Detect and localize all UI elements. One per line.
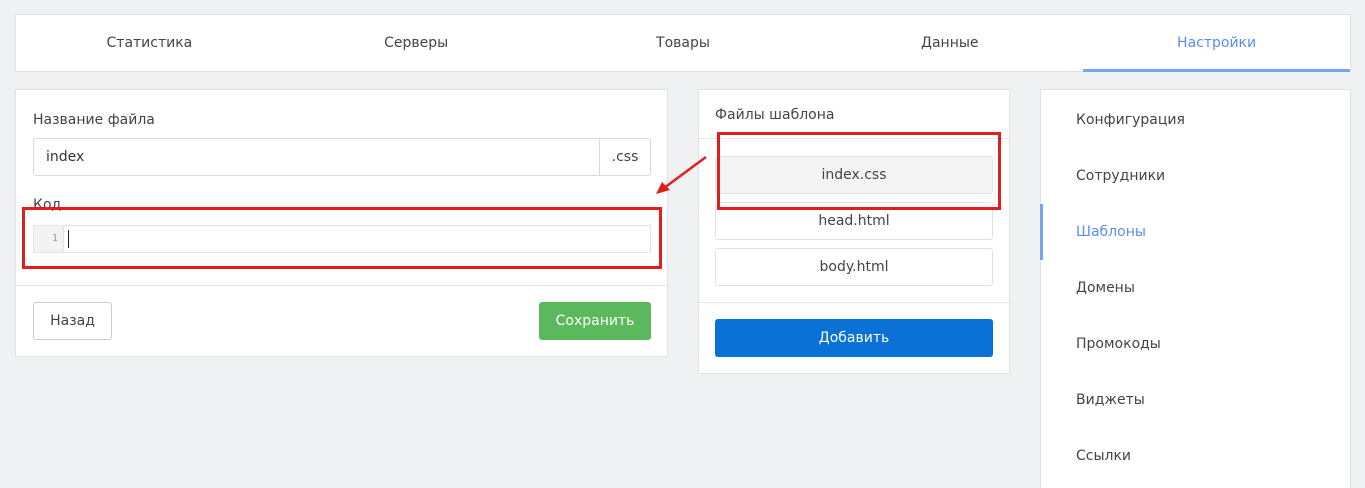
sidebar-item-promocodes[interactable]: Промокоды — [1041, 316, 1350, 372]
filename-label: Название файла — [33, 112, 155, 128]
extension-addon: .css — [599, 139, 650, 175]
sidebar-item-configuration[interactable]: Конфигурация — [1041, 92, 1350, 148]
tab-statistics[interactable]: Статистика — [16, 15, 283, 71]
sidebar-item-widgets[interactable]: Виджеты — [1041, 372, 1350, 428]
code-annotation-box — [22, 207, 662, 269]
back-button[interactable]: Назад — [33, 302, 112, 340]
settings-sidebar: Конфигурация Сотрудники Шаблоны Домены П… — [1040, 89, 1351, 488]
sidebar-item-links[interactable]: Ссылки — [1041, 428, 1350, 484]
divider — [16, 285, 667, 286]
tab-products[interactable]: Товары — [550, 15, 817, 71]
divider — [699, 302, 1009, 303]
filename-field: .css — [33, 138, 651, 176]
add-file-button[interactable]: Добавить — [715, 319, 993, 357]
annotation-arrow-icon — [656, 155, 707, 194]
sidebar-item-staff[interactable]: Сотрудники — [1041, 148, 1350, 204]
tab-data[interactable]: Данные — [816, 15, 1083, 71]
tab-settings[interactable]: Настройки — [1083, 15, 1350, 72]
sidebar-item-domains[interactable]: Домены — [1041, 260, 1350, 316]
file-annotation-box — [717, 132, 1001, 210]
save-button[interactable]: Сохранить — [539, 302, 651, 340]
top-navigation: Статистика Серверы Товары Данные Настрой… — [15, 14, 1351, 72]
files-title: Файлы шаблона — [715, 107, 835, 123]
filename-input[interactable] — [34, 139, 599, 175]
tab-servers[interactable]: Серверы — [283, 15, 550, 71]
sidebar-item-templates[interactable]: Шаблоны — [1040, 204, 1350, 260]
file-item-body-html[interactable]: body.html — [715, 248, 993, 286]
